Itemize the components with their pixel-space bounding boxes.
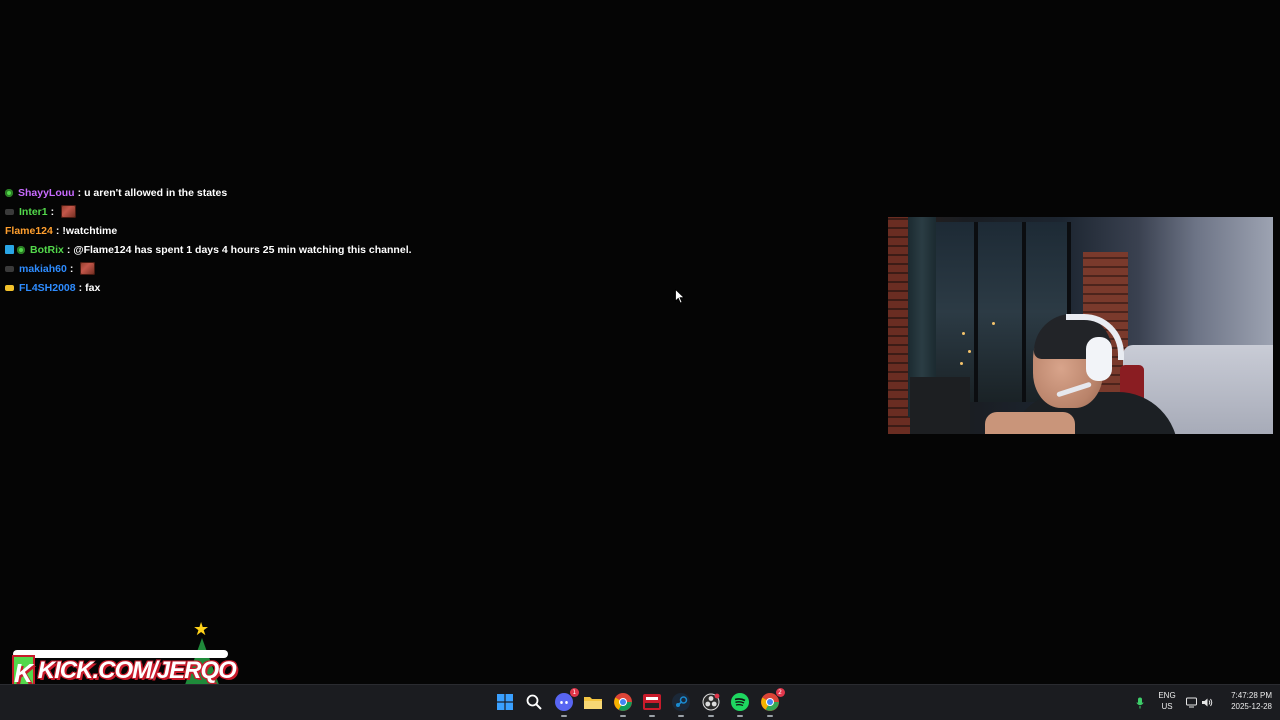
- running-indicator: [560, 715, 567, 717]
- chat-emote-icon: [61, 205, 77, 218]
- star-icon: ★: [193, 619, 210, 639]
- chat-separator: :: [69, 262, 74, 275]
- chat-username[interactable]: Inter1: [19, 206, 48, 218]
- clock-date: 2025-12-28: [1231, 702, 1272, 711]
- chat-message: ShayyLouu: u aren't allowed in the states: [5, 183, 565, 202]
- system-clock[interactable]: 7:47:28 PM 2025-12-28: [1216, 690, 1272, 712]
- running-indicator: [619, 715, 626, 717]
- chat-separator: :: [50, 205, 55, 218]
- chat-separator: :: [66, 243, 71, 256]
- chat-text: @Flame124 has spent 1 days 4 hours 25 mi…: [73, 243, 412, 256]
- chat-overlay: ShayyLouu: u aren't allowed in the states…: [5, 183, 565, 297]
- city-light: [968, 350, 971, 353]
- headset-earcup: [1086, 337, 1112, 381]
- clock-time: 7:47:28 PM: [1231, 691, 1272, 700]
- taskbar: 1 2 ENG US 7:47:28 PM 2025-12-28: [0, 684, 1280, 720]
- user-badge-icon: [5, 188, 13, 197]
- chat-emote-icon: [80, 262, 96, 275]
- chat-message: makiah60:: [5, 259, 565, 278]
- brand-banner: K KICK.COM/JERQO: [12, 654, 237, 688]
- notification-badge: 1: [569, 688, 579, 697]
- brick-wall: [888, 217, 910, 434]
- user-badge-icon: [5, 245, 14, 254]
- microphone-icon[interactable]: [1136, 697, 1144, 709]
- mouse-cursor-icon: [675, 289, 685, 304]
- chat-message: BotRix: @Flame124 has spent 1 days 4 hour…: [5, 240, 565, 259]
- desktop-screen: ShayyLouu: u aren't allowed in the states…: [0, 0, 1280, 720]
- obs-icon[interactable]: [700, 691, 722, 717]
- language-code: ENG: [1158, 691, 1176, 700]
- media-app-icon[interactable]: [641, 691, 663, 717]
- chat-message: Flame124: !watchtime: [5, 221, 565, 240]
- user-badge-icon: [5, 208, 14, 215]
- steam-icon[interactable]: [670, 691, 692, 717]
- running-indicator: [737, 715, 744, 717]
- window-mullion: [974, 222, 978, 402]
- running-indicator: [766, 715, 773, 717]
- city-light: [992, 322, 995, 325]
- running-indicator: [649, 715, 655, 717]
- chat-message: FL4SH2008: fax: [5, 278, 565, 297]
- kick-logo-icon: K: [12, 655, 35, 688]
- volume-icon[interactable]: [1201, 697, 1213, 708]
- window-mullion: [1022, 222, 1026, 402]
- city-light: [962, 332, 965, 335]
- file-explorer-icon[interactable]: [582, 691, 604, 713]
- user-badge-icon: [5, 284, 14, 291]
- chat-separator: :: [77, 186, 82, 199]
- running-indicator: [678, 715, 685, 717]
- notification-badge: 2: [775, 688, 785, 697]
- network-icon[interactable]: [1186, 697, 1197, 708]
- running-indicator: [707, 715, 714, 717]
- discord-icon[interactable]: 1: [553, 688, 579, 717]
- chrome-profile-icon[interactable]: 2: [759, 688, 785, 717]
- chat-username[interactable]: Flame124: [5, 225, 53, 237]
- chat-username[interactable]: FL4SH2008: [19, 282, 76, 294]
- search-icon[interactable]: [523, 691, 545, 713]
- chat-text: !watchtime: [62, 224, 118, 237]
- language-indicator[interactable]: ENG US: [1156, 690, 1178, 712]
- desk: [910, 377, 970, 434]
- chat-username[interactable]: BotRix: [30, 244, 64, 256]
- keyboard-layout: US: [1161, 702, 1173, 711]
- spotify-icon[interactable]: [729, 691, 751, 717]
- chat-username[interactable]: ShayyLouu: [18, 187, 75, 199]
- user-badge-icon: [17, 245, 25, 254]
- user-badge-icon: [5, 265, 14, 272]
- city-light: [960, 362, 963, 365]
- channel-url: KICK.COM/JERQO: [37, 657, 237, 684]
- streamer-hands: [985, 412, 1075, 434]
- windows-start-icon[interactable]: [494, 691, 516, 713]
- chat-text: u aren't allowed in the states: [84, 186, 228, 199]
- chat-message: Inter1:: [5, 202, 565, 221]
- chat-separator: :: [55, 224, 60, 237]
- chat-username[interactable]: makiah60: [19, 263, 67, 275]
- chat-text: fax: [85, 281, 101, 294]
- chrome-icon[interactable]: [612, 691, 634, 717]
- webcam-feed: [888, 217, 1273, 434]
- chat-separator: :: [78, 281, 83, 294]
